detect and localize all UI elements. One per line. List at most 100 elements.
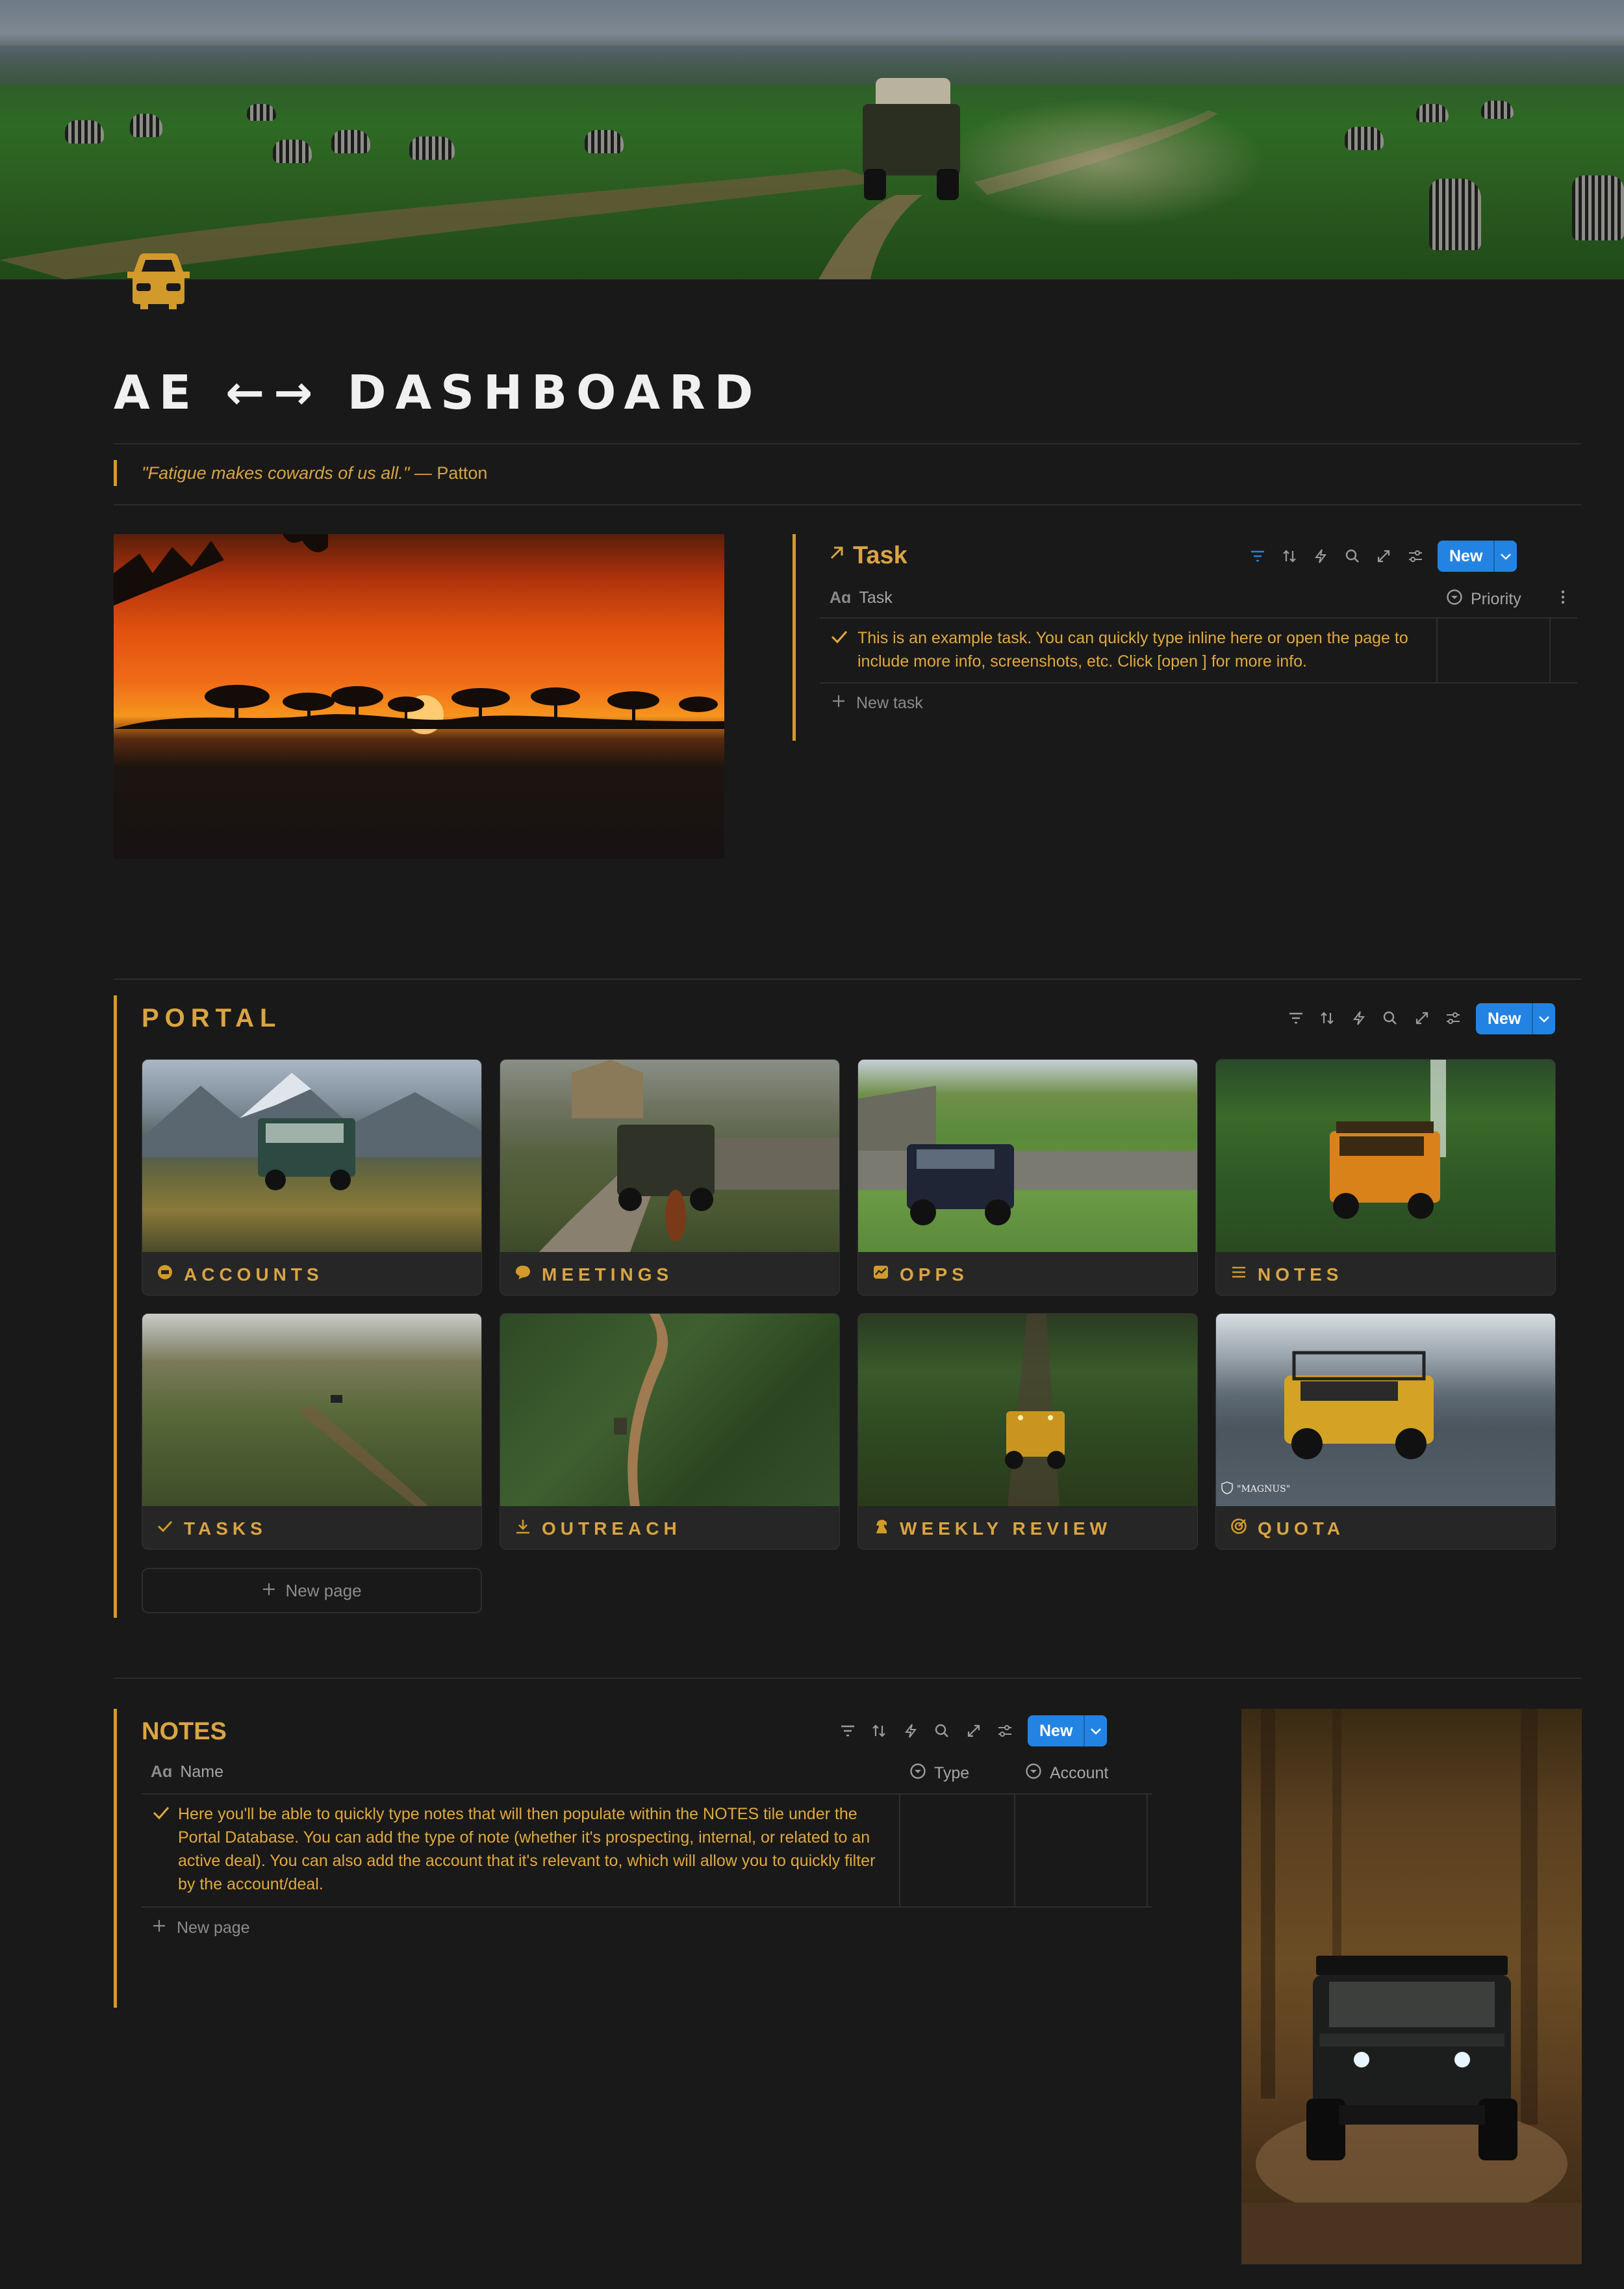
divider [114,1678,1582,1679]
task-accent-bar [793,534,796,741]
checkmark-icon [830,629,848,648]
sort-icon[interactable] [1278,544,1301,568]
priority-column-header[interactable]: Priority [1446,589,1521,610]
divider [114,978,1582,980]
checkmark-icon [157,1518,173,1539]
new-button-label: New [1488,1009,1521,1028]
speech-bubble-icon [514,1264,531,1285]
quote-block[interactable]: "Fatigue makes cowards of us all." — Pat… [114,460,487,486]
card-cover-image [858,1060,1197,1252]
select-property-icon [1446,589,1463,610]
type-column-header[interactable]: Type [909,1763,969,1784]
notes-accent-bar [114,1709,117,2008]
portal-card-outreach[interactable]: OUTREACH [500,1313,840,1550]
notes-new-page-button[interactable]: New page [152,1919,250,1937]
checkmark-icon [152,1805,170,1824]
lightning-icon[interactable] [1347,1006,1371,1030]
new-task-button[interactable]: New task [831,694,923,713]
arrow-up-right-icon[interactable] [828,544,845,565]
portal-card-notes[interactable]: NOTES [1215,1059,1556,1296]
portal-card-meetings[interactable]: MEETINGS [500,1059,840,1296]
lightning-icon[interactable] [899,1719,922,1743]
chart-icon [872,1264,889,1285]
settings-sliders-icon[interactable] [1441,1006,1465,1030]
card-cover-image [1216,1060,1555,1252]
notes-row-title[interactable]: Here you'll be able to quickly type note… [178,1802,893,1896]
card-caption: WEEKLY REVIEW [872,1518,1111,1539]
task-db-title[interactable]: Task [853,542,907,570]
text-property-icon: Aɑ [151,1763,173,1781]
settings-sliders-icon[interactable] [993,1719,1017,1743]
portal-card-quota[interactable]: "MAGNUS" QUOTA [1215,1313,1556,1550]
new-button-label: New [1039,1721,1073,1740]
cash-icon [157,1264,173,1285]
filter-icon[interactable] [1246,544,1269,568]
task-column-header[interactable]: Aɑ Task [830,589,893,607]
card-caption: MEETINGS [514,1264,673,1285]
task-new-button[interactable]: New [1438,541,1517,572]
more-options-icon[interactable] [1559,589,1567,609]
list-icon [1230,1264,1247,1285]
name-column-header[interactable]: Aɑ Name [151,1763,223,1782]
card-caption: OPPS [872,1264,969,1285]
card-caption: TASKS [157,1518,267,1539]
portal-accent-bar [114,995,117,1618]
chevron-down-icon[interactable] [1533,1014,1555,1023]
lightning-icon[interactable] [1309,544,1332,568]
cover-image [0,0,1624,279]
quote-author: — Patton [409,463,488,483]
sort-icon[interactable] [867,1719,891,1743]
card-cover-image [858,1314,1197,1506]
portal-card-weekly-review[interactable]: WEEKLY REVIEW [857,1313,1198,1550]
card-cover-image [500,1060,839,1252]
search-icon[interactable] [930,1719,954,1743]
expand-icon[interactable] [1372,544,1395,568]
sunset-image [114,534,724,859]
expand-icon[interactable] [1410,1006,1434,1030]
notes-db-title[interactable]: NOTES [142,1718,227,1746]
portal-card-opps[interactable]: OPPS [857,1059,1198,1296]
plus-icon [831,694,846,713]
target-icon [1230,1518,1247,1539]
search-icon[interactable] [1378,1006,1402,1030]
chevron-down-icon[interactable] [1085,1726,1107,1735]
settings-sliders-icon[interactable] [1404,544,1427,568]
account-column-header[interactable]: Account [1025,1763,1108,1784]
portal-new-page-button[interactable]: New page [142,1568,482,1613]
select-property-icon [1025,1763,1042,1784]
download-icon [514,1518,531,1539]
chevron-down-icon[interactable] [1495,552,1517,561]
card-caption: NOTES [1230,1264,1343,1285]
plus-icon [152,1919,166,1937]
search-icon[interactable] [1341,544,1364,568]
chess-knight-icon [872,1518,889,1539]
jeep-forest-image [1241,1709,1582,2264]
sort-icon[interactable] [1315,1006,1339,1030]
divider [114,443,1582,444]
card-caption: QUOTA [1230,1518,1345,1539]
card-cover-image: "MAGNUS" [1216,1314,1555,1506]
portal-new-button[interactable]: New [1476,1003,1555,1034]
filter-icon[interactable] [1284,1006,1308,1030]
page-title[interactable]: AE ←→ DASHBOARD [114,365,762,420]
divider [114,504,1582,505]
card-caption: ACCOUNTS [157,1264,324,1285]
shield-icon [1221,1481,1233,1497]
portal-card-accounts[interactable]: ACCOUNTS [142,1059,482,1296]
quote-text: "Fatigue makes cowards of us all." [142,463,410,483]
card-cover-image [142,1314,481,1506]
task-row-title[interactable]: This is an example task. You can quickly… [857,626,1429,673]
portal-title[interactable]: PORTAL [142,1004,281,1033]
portal-card-tasks[interactable]: TASKS [142,1313,482,1550]
expand-icon[interactable] [962,1719,985,1743]
card-cover-image [142,1060,481,1252]
card-cover-image [500,1314,839,1506]
notes-new-button[interactable]: New [1028,1715,1107,1746]
car-icon[interactable] [125,252,192,309]
filter-icon[interactable] [836,1719,859,1743]
plus-icon [262,1581,276,1601]
new-button-label: New [1449,546,1483,565]
magnus-watermark: "MAGNUS" [1221,1481,1290,1497]
card-caption: OUTREACH [514,1518,681,1539]
text-property-icon: Aɑ [830,589,852,607]
